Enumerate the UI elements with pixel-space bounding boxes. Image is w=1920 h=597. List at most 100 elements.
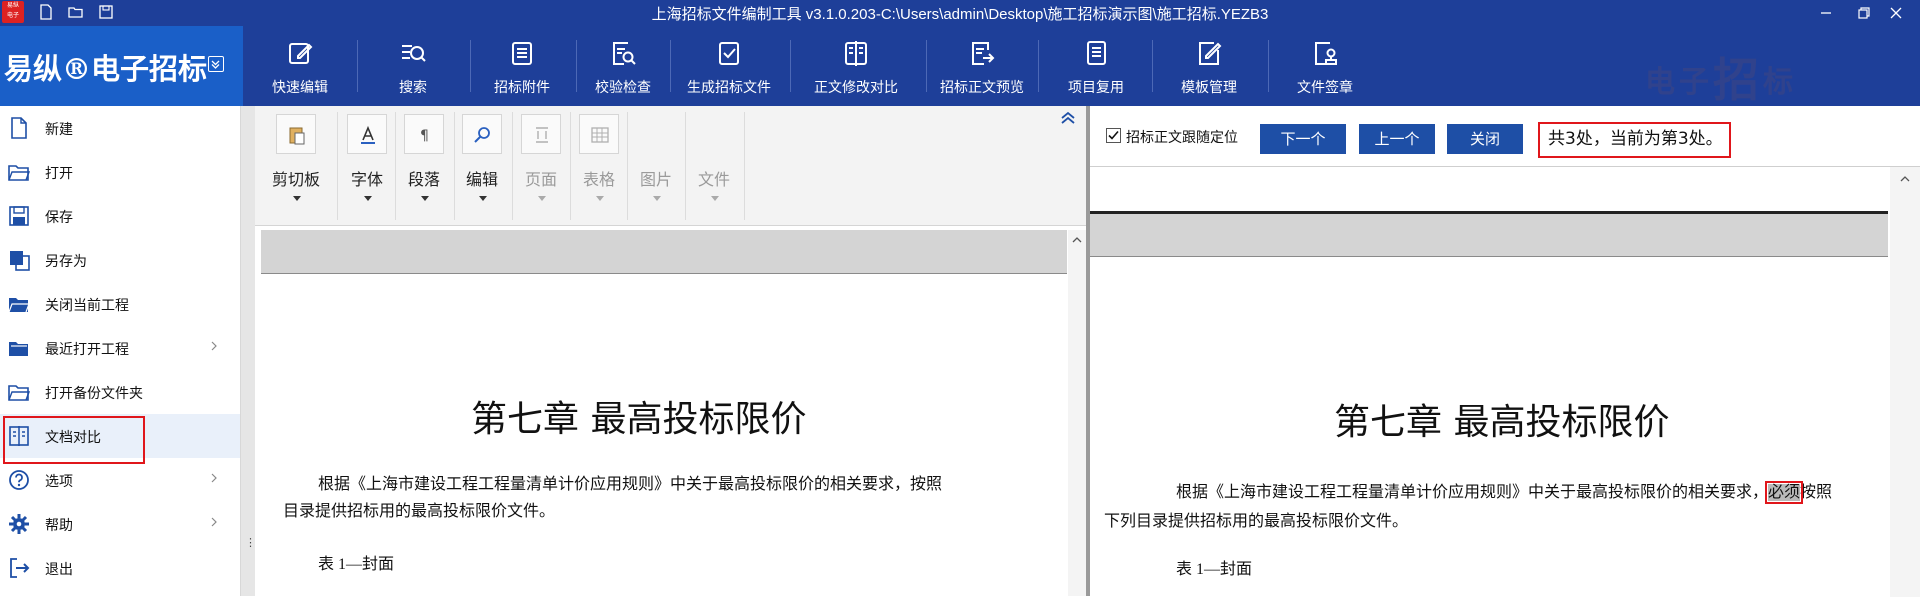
brand-watermark: 电子招标 [1645, 44, 1797, 110]
toolbar-templates[interactable]: 模板管理 [1162, 26, 1256, 106]
toolbar-separator [670, 40, 671, 92]
search-list-icon [398, 38, 428, 68]
ribbon-group-label: 编辑 [465, 170, 498, 189]
chevron-right-icon [208, 472, 220, 484]
chapter-heading: 第七章 最高投标限价 [1334, 402, 1670, 443]
toolbar-separator [1038, 40, 1039, 92]
ribbon-group-file: 文件 [685, 114, 743, 224]
collapse-ribbon-icon[interactable] [1059, 110, 1077, 126]
sidebar-item-close-project[interactable]: 关闭当前工程 [0, 282, 240, 326]
sidebar-item-recent[interactable]: 最近打开工程 [0, 326, 240, 370]
gear-icon [8, 513, 30, 535]
table-caption: 表 1—封面 [318, 556, 395, 573]
ribbon-group-label: 文件 [697, 170, 730, 189]
toolbar-separator [576, 40, 577, 92]
close-find-button[interactable]: 关闭 [1447, 124, 1523, 154]
toolbar-separator [1152, 40, 1153, 92]
toolbar-label: 校验检查 [595, 80, 651, 96]
follow-checkbox[interactable] [1106, 128, 1121, 143]
chevron-right-icon [208, 516, 220, 528]
body-paragraph: 目录提供招标用的最高投标限价文件。 [283, 503, 556, 520]
ribbon-group-label: 表格 [582, 170, 615, 189]
sidebar-item-label: 新建 [45, 122, 73, 138]
toolbar-label: 文件签章 [1297, 80, 1353, 96]
sidebar-item-label: 保存 [45, 210, 73, 226]
toolbar-label: 正文修改对比 [814, 80, 898, 96]
ribbon-group-edit[interactable]: 编辑 [453, 114, 511, 224]
toolbar-attachments[interactable]: 招标附件 [476, 26, 568, 106]
clipboard-icon [507, 38, 537, 68]
dropdown-arrow-icon [538, 190, 546, 201]
ribbon-group-label: 剪切板 [271, 170, 320, 189]
ribbon-group-clipboard[interactable]: 剪切板 [267, 114, 325, 224]
toolbar-label: 项目复用 [1068, 80, 1124, 96]
follow-checkbox-label[interactable]: 招标正文跟随定位 [1126, 127, 1238, 147]
toolbar-separator [1268, 40, 1269, 92]
compare-icon [841, 38, 871, 68]
paragraph-text: 根据《上海市建设工程工程量清单计价应用规则》中关于最高投标限价的相关要求， [1176, 484, 1769, 501]
edit-icon [285, 38, 315, 68]
logo-dropdown-icon[interactable] [208, 56, 224, 72]
body-paragraph: 下列目录提供招标用的最高投标限价文件。 [1104, 513, 1409, 530]
body-paragraph: 根据《上海市建设工程工程量清单计价应用规则》中关于最高投标限价的相关要求，必须按… [1176, 478, 1833, 504]
sidebar-item-label: 另存为 [45, 254, 87, 270]
right-compare-pane: 招标正文跟随定位 下一个 上一个 关闭 共3处，当前为第3处。 第七章 最高投标… [1090, 106, 1920, 597]
dropdown-arrow-icon [364, 190, 372, 201]
left-vertical-scrollbar[interactable] [1068, 230, 1086, 596]
table-caption: 表 1—封面 [1176, 561, 1253, 578]
body-paragraph: 根据《上海市建设工程工程量清单计价应用规则》中关于最高投标限价的相关要求，按照 [318, 476, 943, 493]
dropdown-arrow-icon [293, 190, 301, 201]
toolbar-quick-edit[interactable]: 快速编辑 [258, 26, 342, 106]
page-icon [521, 114, 561, 154]
toolbar-separator [357, 40, 358, 92]
sidebar-item-label: 打开 [45, 166, 73, 182]
toolbar-generate[interactable]: 生成招标文件 [674, 26, 784, 106]
sidebar-item-open[interactable]: 打开 [0, 150, 240, 194]
sidebar-item-label: 最近打开工程 [45, 342, 129, 358]
help-circle-icon [8, 469, 30, 491]
paragraph-text: 按照 [1800, 484, 1833, 501]
toolbar-reuse[interactable]: 项目复用 [1050, 26, 1142, 106]
close-project-icon [8, 293, 30, 315]
page-gap [1090, 211, 1888, 257]
file-menu-sidebar: 新建 打开 保存 另存为 关闭当前工程 最近打开工程 打开备份文件夹 文档对比 … [0, 106, 241, 596]
next-button[interactable]: 下一个 [1260, 124, 1346, 154]
ribbon-group-font[interactable]: 字体 [338, 114, 396, 224]
sidebar-item-exit[interactable]: 退出 [0, 546, 240, 590]
close-window-button[interactable] [1874, 0, 1920, 26]
sidebar-item-help[interactable]: 帮助 [0, 502, 240, 546]
toolbar-search[interactable]: 搜索 [366, 26, 460, 106]
logo-text: 易纵®电子招标 [4, 52, 208, 86]
sidebar-item-new[interactable]: 新建 [0, 106, 240, 150]
right-vertical-scrollbar[interactable] [1890, 167, 1920, 597]
new-file-icon [8, 117, 30, 139]
toolbar-validate[interactable]: 校验检查 [580, 26, 666, 106]
right-document-view[interactable]: 第七章 最高投标限价 根据《上海市建设工程工程量清单计价应用规则》中关于最高投标… [1090, 166, 1920, 597]
toolbar-compare[interactable]: 正文修改对比 [800, 26, 912, 106]
left-document-page[interactable]: 第七章 最高投标限价 根据《上海市建设工程工程量清单计价应用规则》中关于最高投标… [261, 276, 1067, 596]
toolbar-preview[interactable]: 招标正文预览 [928, 26, 1036, 106]
toolbar-sign[interactable]: 文件签章 [1280, 26, 1370, 106]
sidebar-item-save[interactable]: 保存 [0, 194, 240, 238]
sidebar-item-backup[interactable]: 打开备份文件夹 [0, 370, 240, 414]
sidebar-item-label: 退出 [45, 562, 73, 578]
sidebar-item-save-as[interactable]: 另存为 [0, 238, 240, 282]
scroll-up-icon[interactable] [1900, 175, 1910, 183]
paragraph-icon: ¶ [404, 114, 444, 154]
scroll-up-icon[interactable] [1072, 236, 1082, 244]
prev-button[interactable]: 上一个 [1359, 124, 1435, 154]
toolbar-label: 模板管理 [1181, 80, 1237, 96]
paste-icon [276, 114, 316, 154]
toolbar-label: 快速编辑 [272, 80, 328, 96]
save-as-icon [8, 249, 30, 271]
ribbon-group-paragraph[interactable]: ¶ 段落 [395, 114, 453, 224]
sidebar-item-options[interactable]: 选项 [0, 458, 240, 502]
save-icon [8, 205, 30, 227]
sidebar-item-label: 帮助 [45, 518, 73, 534]
open-folder-icon [8, 161, 31, 183]
find-icon [462, 114, 502, 154]
toolbar-separator [470, 40, 471, 92]
ribbon-separator [744, 112, 745, 220]
sidebar-splitter[interactable]: ⋮ [241, 106, 256, 596]
seal-icon [1310, 38, 1340, 68]
